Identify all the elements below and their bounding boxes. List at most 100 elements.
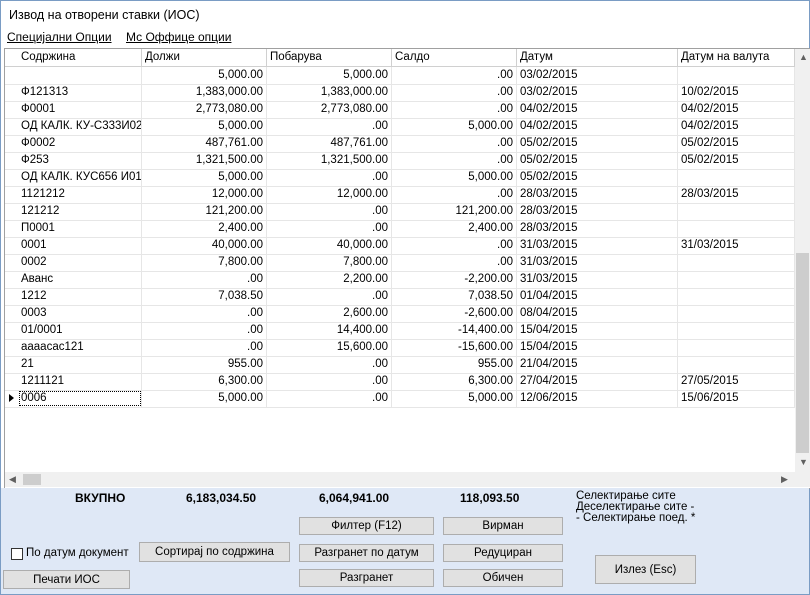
col-dolzi-cell[interactable]: 7,038.50 [142, 288, 267, 305]
col-date-cell[interactable]: 01/04/2015 [517, 288, 678, 305]
col-value-date-header[interactable]: Датум на валута [678, 49, 795, 66]
col-pobaruva-header[interactable]: Побарува [267, 49, 392, 66]
table-row[interactable]: 01/0001.00 14,400.00 -14,400.00 15/04/2015 [5, 322, 795, 340]
col-content-cell[interactable]: 0002 [18, 254, 142, 271]
col-pobaruva-cell[interactable]: 487,761.00 [267, 135, 392, 152]
col-saldo-cell[interactable]: .00 [392, 254, 517, 271]
row-selector[interactable] [5, 84, 18, 101]
col-saldo-cell[interactable]: 955.00 [392, 356, 517, 373]
col-date-cell[interactable]: 31/03/2015 [517, 271, 678, 288]
col-value-date-cell[interactable] [678, 254, 795, 271]
col-pobaruva-cell[interactable]: .00 [267, 220, 392, 237]
col-date-cell[interactable]: 31/03/2015 [517, 254, 678, 271]
col-pobaruva-cell[interactable]: 7,800.00 [267, 254, 392, 271]
col-value-date-cell[interactable] [678, 288, 795, 305]
col-dolzi-cell[interactable]: 6,300.00 [142, 373, 267, 390]
col-value-date-cell[interactable]: 28/03/2015 [678, 186, 795, 203]
col-saldo-cell[interactable]: .00 [392, 84, 517, 101]
col-value-date-cell[interactable] [678, 67, 795, 84]
col-content-cell[interactable]: 121212 [18, 203, 142, 220]
col-dolzi-cell[interactable]: 955.00 [142, 356, 267, 373]
col-content-cell[interactable]: 21 [18, 356, 142, 373]
col-dolzi-cell[interactable]: 5,000.00 [142, 67, 267, 84]
table-row[interactable]: 0002 7,800.00 7,800.00.00 31/03/2015 [5, 254, 795, 272]
menu-ms-office-options[interactable]: Мс Оффице опции [126, 30, 231, 44]
col-dolzi-cell[interactable]: 5,000.00 [142, 169, 267, 186]
col-saldo-cell[interactable]: 121,200.00 [392, 203, 517, 220]
by-document-date-checkbox[interactable] [11, 548, 23, 560]
vertical-scrollbar[interactable]: ▲ ▼ [795, 49, 810, 472]
col-value-date-cell[interactable] [678, 271, 795, 288]
col-value-date-cell[interactable]: 31/03/2015 [678, 237, 795, 254]
col-date-cell[interactable]: 03/02/2015 [517, 67, 678, 84]
row-selector[interactable] [5, 390, 18, 407]
row-selector[interactable] [5, 186, 18, 203]
table-row[interactable]: 0001 40,000.00 40,000.00.00 31/03/2015 31/03… [5, 237, 795, 255]
col-date-cell[interactable]: 04/02/2015 [517, 101, 678, 118]
col-date-cell[interactable]: 03/02/2015 [517, 84, 678, 101]
select-single-link[interactable]: - Селектирање поед. * [576, 512, 695, 524]
table-row[interactable]: ОД КАЛК. КУ-С333И02 5,000.00.00 5,000.00 04… [5, 118, 795, 136]
table-row[interactable]: Аванс .00 2,200.00 -2,200.00 31/03/2015 [5, 271, 795, 289]
plain-button[interactable]: Обичен [443, 569, 563, 587]
col-content-cell[interactable]: аааасас121 [18, 339, 142, 356]
col-date-cell[interactable]: 28/03/2015 [517, 186, 678, 203]
col-value-date-cell[interactable]: 27/05/2015 [678, 373, 795, 390]
col-content-cell[interactable]: Аванс [18, 271, 142, 288]
table-row[interactable]: 1121212 12,000.00 12,000.00.00 28/03/2015 28… [5, 186, 795, 204]
table-row[interactable]: 1212 7,038.50.00 7,038.50 01/04/2015 [5, 288, 795, 306]
row-selector[interactable] [5, 67, 18, 84]
col-content-cell[interactable]: 1212 [18, 288, 142, 305]
col-dolzi-cell[interactable]: .00 [142, 322, 267, 339]
exit-button[interactable]: Излез (Esc) [595, 555, 696, 584]
col-saldo-cell[interactable]: -2,600.00 [392, 305, 517, 322]
col-value-date-cell[interactable] [678, 220, 795, 237]
col-value-date-cell[interactable]: 05/02/2015 [678, 135, 795, 152]
scroll-left-icon[interactable]: ◀ [9, 474, 16, 485]
col-value-date-cell[interactable] [678, 169, 795, 186]
sort-by-content-button[interactable]: Сортирај по содржина [139, 542, 290, 562]
col-content-cell[interactable]: 1211121 [18, 373, 142, 390]
col-saldo-cell[interactable]: -2,200.00 [392, 271, 517, 288]
col-dolzi-cell[interactable]: 40,000.00 [142, 237, 267, 254]
col-dolzi-cell[interactable]: 7,800.00 [142, 254, 267, 271]
table-row[interactable]: Ф0001 2,773,080.00 2,773,080.00.00 04/02/20… [5, 101, 795, 119]
col-value-date-cell[interactable] [678, 339, 795, 356]
table-row[interactable]: 5,000.00 5,000.00.00 03/02/2015 [5, 67, 795, 85]
col-pobaruva-cell[interactable]: .00 [267, 169, 392, 186]
col-pobaruva-cell[interactable]: 2,600.00 [267, 305, 392, 322]
col-date-cell[interactable]: 27/04/2015 [517, 373, 678, 390]
col-pobaruva-cell[interactable]: 15,600.00 [267, 339, 392, 356]
col-dolzi-cell[interactable]: 5,000.00 [142, 390, 267, 407]
row-selector[interactable] [5, 101, 18, 118]
col-value-date-cell[interactable]: 15/06/2015 [678, 390, 795, 407]
col-date-cell[interactable]: 08/04/2015 [517, 305, 678, 322]
col-saldo-cell[interactable]: 5,000.00 [392, 390, 517, 407]
col-dolzi-cell[interactable]: .00 [142, 339, 267, 356]
col-saldo-cell[interactable]: .00 [392, 237, 517, 254]
horizontal-scrollbar[interactable]: ◀ ▶ [5, 472, 795, 487]
table-row[interactable]: 0006 5,000.00.00 5,000.00 12/06/2015 15/06/2… [5, 390, 795, 408]
vertical-scroll-thumb[interactable] [796, 253, 809, 453]
row-selector[interactable] [5, 220, 18, 237]
col-pobaruva-cell[interactable]: .00 [267, 288, 392, 305]
col-saldo-cell[interactable]: 2,400.00 [392, 220, 517, 237]
col-content-cell[interactable]: ОД КАЛК. КУС656 И01 [18, 169, 142, 186]
row-selector[interactable] [5, 322, 18, 339]
col-pobaruva-cell[interactable]: 1,321,500.00 [267, 152, 392, 169]
col-content-cell[interactable]: 0003 [18, 305, 142, 322]
col-date-cell[interactable]: 05/02/2015 [517, 135, 678, 152]
table-row[interactable]: П0001 2,400.00.00 2,400.00 28/03/2015 [5, 220, 795, 238]
col-content-cell[interactable] [18, 67, 142, 84]
col-pobaruva-cell[interactable]: 12,000.00 [267, 186, 392, 203]
table-row[interactable]: ОД КАЛК. КУС656 И01 5,000.00.00 5,000.00 05… [5, 169, 795, 187]
col-content-cell[interactable]: 0001 [18, 237, 142, 254]
col-saldo-cell[interactable]: 6,300.00 [392, 373, 517, 390]
col-pobaruva-cell[interactable]: .00 [267, 203, 392, 220]
col-date-cell[interactable]: 12/06/2015 [517, 390, 678, 407]
col-saldo-cell[interactable]: -15,600.00 [392, 339, 517, 356]
col-pobaruva-cell[interactable]: 14,400.00 [267, 322, 392, 339]
grouped-button[interactable]: Разгранет [299, 569, 434, 587]
reduced-button[interactable]: Редуциран [443, 544, 563, 562]
col-pobaruva-cell[interactable]: 40,000.00 [267, 237, 392, 254]
